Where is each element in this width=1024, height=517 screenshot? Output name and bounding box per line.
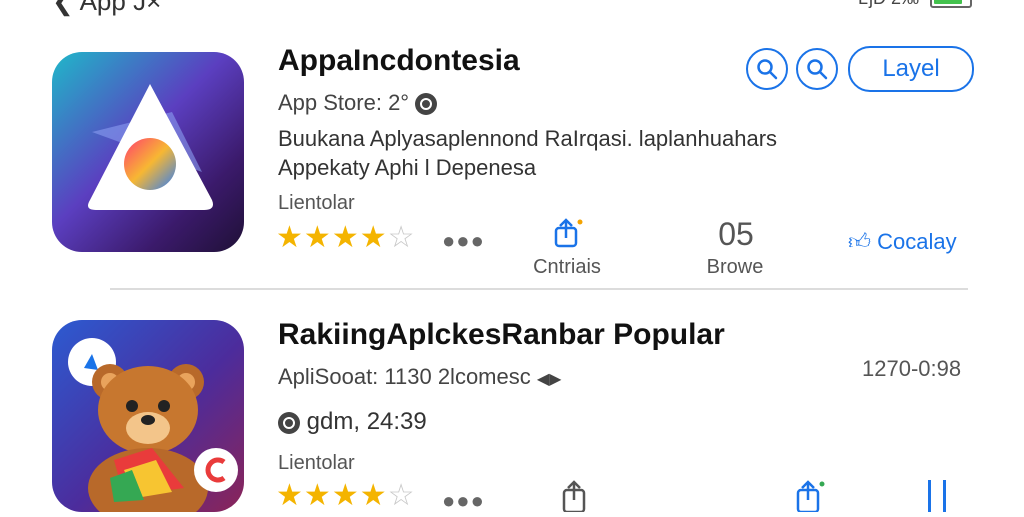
star-icon: ★ [359,221,388,254]
locale-button[interactable]: 👍︎ Cocalay [848,228,957,255]
app-icon-2[interactable] [52,320,244,512]
info-icon [278,411,300,434]
chevron-left-icon: ❮ [52,0,74,16]
section-title: RakiingAplckesRanbar Popular [278,318,725,351]
star-empty-icon: ☆ [387,221,416,254]
status-text: ǈƉ 2‰ [858,0,919,9]
star-icon: ★ [331,479,360,512]
search-button[interactable] [746,48,788,90]
store-label-text: ApliSooat: 1130 2lcomesc [278,364,531,389]
more-dots-icon[interactable]: ●●● [442,228,485,254]
star-icon: ★ [331,221,360,254]
globe-icon [415,93,438,116]
size-info: gdm, 24:39 [278,408,427,436]
star-empty-icon: ☆ [387,479,416,512]
primary-action-button[interactable]: Layel [848,46,974,92]
star-icon: ★ [303,221,332,254]
star-icon: ★ [276,479,304,512]
app-icon-1[interactable] [52,52,244,252]
count-value: 05 [718,216,754,252]
browse-label[interactable]: Browe [690,256,780,279]
battery-icon [930,0,972,8]
pause-icon[interactable] [928,480,946,512]
star-rating: ★★★★☆ [276,220,416,255]
size-text: gdm, 24:39 [306,408,427,435]
arrows-icon: ◀▶ [536,371,562,388]
share-button[interactable] [790,478,830,514]
share-icon [554,218,583,248]
store-label-text: App Store: 2° [278,90,410,115]
locale-label: Cocalay [877,229,957,254]
app-store-label: App Store: 2° [278,90,438,116]
bear-logo-icon [68,338,238,512]
search-icon [757,59,778,80]
zoom-button[interactable] [796,48,838,90]
more-dots-icon[interactable]: ●●● [442,488,485,514]
share-button[interactable] [556,478,596,514]
triangle-logo-icon [88,84,213,210]
app-sublabel: Lientolar [278,452,355,474]
share-icon [796,480,825,514]
app-sublabel: Lientolar [278,192,355,214]
search-icon [807,59,828,80]
thumbs-up-icon: 👍︎ [848,229,871,254]
app-description-line1: Buukana Aplyasaplennond RaIrqasi. laplan… [278,126,778,151]
app-description-line2: Appekaty Aphi l Depenesa [278,155,537,180]
action-label: Cntriais [533,256,601,278]
back-button[interactable]: ❮ App J× [52,0,161,17]
back-label: App J× [79,0,162,16]
star-rating: ★★★★☆ [276,478,416,513]
star-icon: ★ [276,221,304,254]
app-store-label: ApliSooat: 1130 2lcomesc ◀▶ [278,364,561,390]
time-text: 1270-0:98 [862,356,962,381]
app-title: AppaIncdontesia [278,44,520,77]
star-icon: ★ [359,479,388,512]
share-button[interactable] [548,216,588,250]
share-icon [562,480,586,514]
divider [110,288,968,290]
star-icon: ★ [303,479,332,512]
